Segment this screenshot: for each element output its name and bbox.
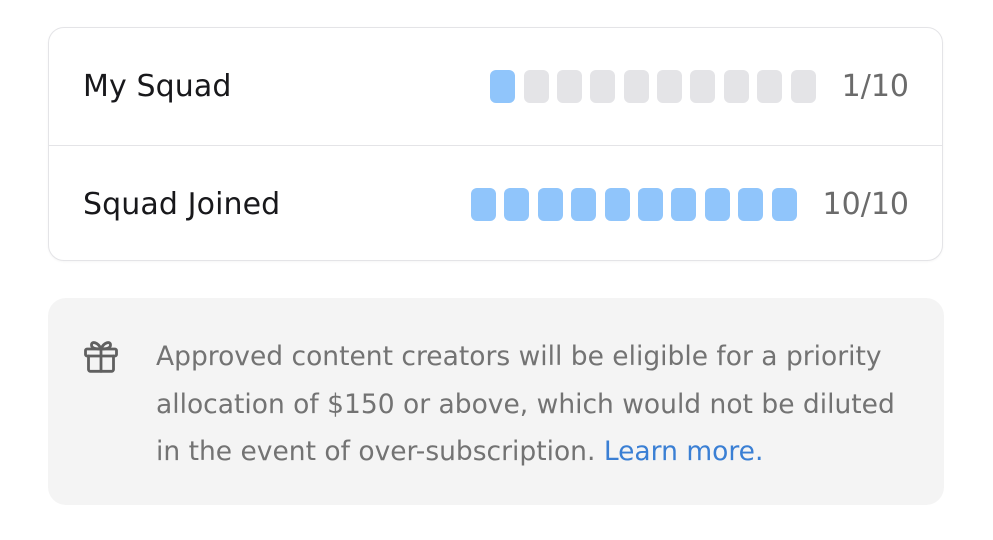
progress-segment-filled [504, 187, 530, 221]
progress-segment-filled [671, 187, 697, 221]
gift-icon [84, 341, 118, 373]
progress-segment-empty [523, 70, 549, 103]
progress-segment-filled [604, 187, 630, 221]
progress-segment-empty [590, 70, 616, 103]
progress-segment-empty [657, 70, 683, 103]
row-count: 10/10 [822, 186, 909, 222]
progress-segment-filled [571, 187, 597, 221]
row-progress: 1/10 [490, 69, 909, 104]
progress-segment-filled [637, 187, 663, 221]
row-count: 1/10 [841, 69, 909, 104]
row-label: Squad Joined [83, 186, 281, 222]
progress-segment-filled [471, 187, 497, 221]
notice-body: Approved content creators will be eligib… [156, 341, 895, 467]
squad-row-squad-joined: Squad Joined 10/10 [49, 145, 942, 260]
progress-segment-empty [556, 70, 582, 103]
progress-segments [471, 187, 797, 221]
progress-segment-empty [623, 70, 649, 103]
progress-segment-filled [704, 187, 730, 221]
progress-segment-filled [738, 187, 764, 221]
progress-segment-empty [757, 70, 783, 103]
progress-segments [490, 70, 816, 103]
progress-segment-empty [690, 70, 716, 103]
squad-row-my-squad: My Squad 1/10 [49, 28, 942, 145]
progress-segment-filled [537, 187, 563, 221]
notice-text: Approved content creators will be eligib… [156, 333, 926, 476]
row-progress: 10/10 [471, 187, 909, 222]
progress-segment-filled [771, 187, 797, 221]
learn-more-link[interactable]: Learn more. [604, 436, 764, 467]
row-label: My Squad [83, 69, 232, 104]
progress-segment-filled [490, 70, 516, 103]
squad-card: My Squad 1/10 Squad Joined 10/10 [48, 27, 943, 261]
progress-segment-empty [723, 70, 749, 103]
progress-segment-empty [790, 70, 816, 103]
